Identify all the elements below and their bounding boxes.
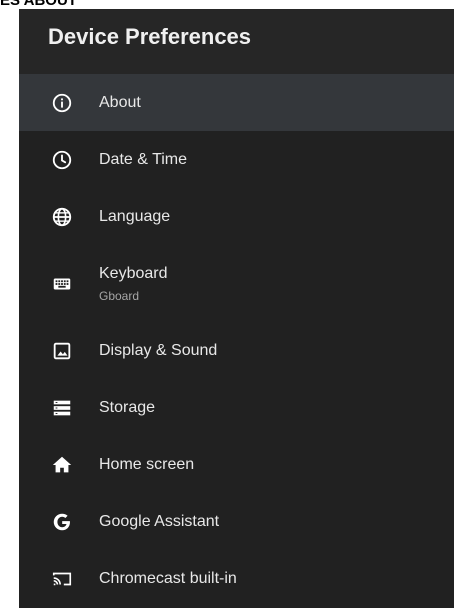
home-icon (51, 454, 73, 476)
page-caption: ES ABOUT (0, 0, 77, 9)
menu-item-keyboard[interactable]: Keyboard Gboard (19, 245, 454, 322)
image-icon (51, 340, 73, 362)
menu-item-sublabel: Gboard (99, 288, 140, 303)
menu-item-display-sound[interactable]: Display & Sound (19, 322, 454, 379)
cast-icon (51, 568, 73, 590)
info-icon (51, 92, 73, 114)
menu-item-label: Chromecast built-in (99, 569, 237, 587)
menu-item-label: Language (99, 207, 171, 225)
device-preferences-panel: Device Preferences About Date & Time Lan… (19, 9, 454, 608)
menu-item-label: Storage (99, 398, 156, 416)
menu-item-chromecast[interactable]: Chromecast built-in (19, 550, 454, 607)
menu-item-language[interactable]: Language (19, 188, 454, 245)
menu-item-label: Home screen (99, 455, 195, 473)
menu-item-storage[interactable]: Storage (19, 379, 454, 436)
menu-item-label: Date & Time (99, 150, 188, 168)
menu-item-label: About (99, 93, 141, 111)
menu-item-home-screen[interactable]: Home screen (19, 436, 454, 493)
globe-icon (51, 206, 73, 228)
page-title: Device Preferences (48, 23, 252, 49)
menu-item-google-assistant[interactable]: Google Assistant (19, 493, 454, 550)
keyboard-icon (51, 273, 73, 295)
menu-item-label: Display & Sound (99, 341, 218, 359)
storage-icon (51, 397, 73, 419)
menu-item-about[interactable]: About (19, 74, 454, 131)
menu-item-date-time[interactable]: Date & Time (19, 131, 454, 188)
menu-item-label: Google Assistant (99, 512, 220, 530)
menu-item-label: Keyboard (99, 264, 168, 282)
panel-header: Device Preferences (19, 9, 454, 74)
google-icon (51, 511, 73, 533)
settings-menu: About Date & Time Language Keyboard Gboa… (19, 74, 454, 607)
clock-icon (51, 149, 73, 171)
